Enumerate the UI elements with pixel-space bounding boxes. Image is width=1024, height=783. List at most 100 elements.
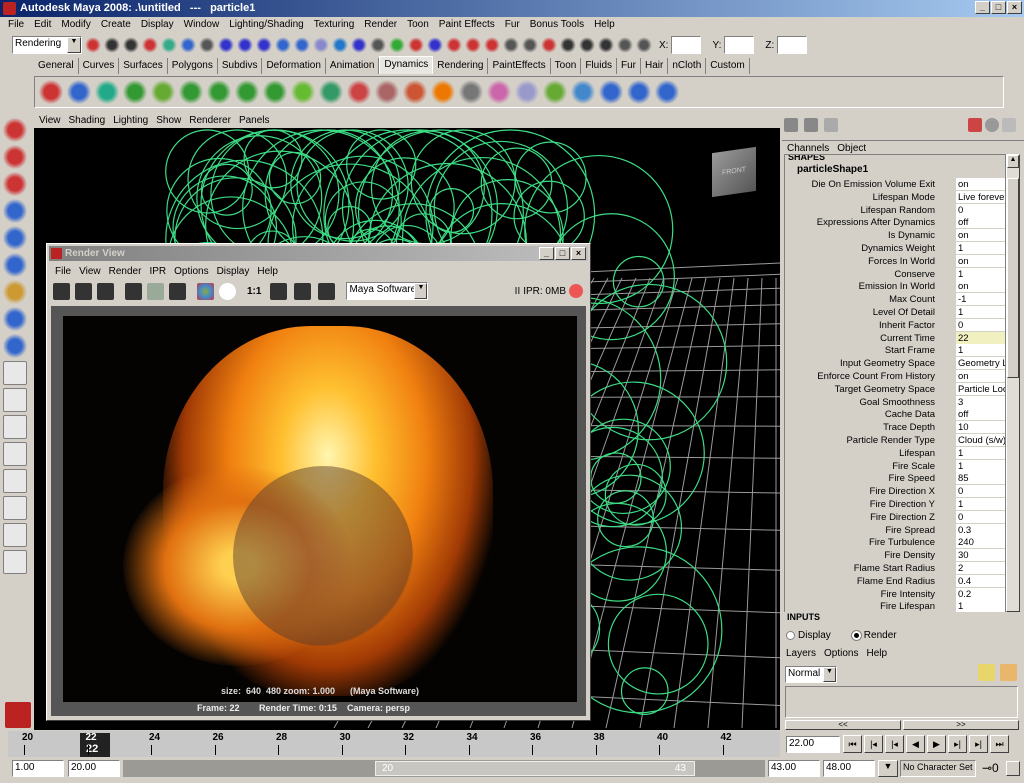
channel-row[interactable]: Inherit Factor 0: [785, 318, 1005, 332]
character-set-dropdown-arrow[interactable]: ▼: [878, 760, 898, 777]
render-region-icon[interactable]: [169, 282, 186, 300]
channel-row[interactable]: Fire Spread 0.3: [785, 523, 1005, 537]
viewcube[interactable]: FRONT: [712, 146, 756, 198]
collapse-right-button[interactable]: >>: [903, 720, 1019, 730]
shelf-tool-icon[interactable]: [151, 80, 175, 104]
channel-value[interactable]: 85: [956, 472, 1005, 485]
layer-type-dropdown[interactable]: Normal ▼: [785, 666, 837, 683]
render-menu-render[interactable]: Render: [109, 266, 142, 277]
channel-row[interactable]: Lifespan Mode Live forever: [785, 190, 1005, 204]
tool-icon[interactable]: [3, 496, 27, 520]
channel-value[interactable]: Particle Loc: [956, 382, 1005, 395]
channel-row[interactable]: Fire Direction Y 1: [785, 498, 1005, 511]
menu-edit[interactable]: Edit: [34, 19, 51, 32]
menu-render[interactable]: Render: [364, 19, 397, 32]
layer-menu-help[interactable]: Help: [866, 648, 887, 659]
render-menu-view[interactable]: View: [79, 266, 101, 277]
shelf-tool-icon[interactable]: [123, 80, 147, 104]
go-to-start-button[interactable]: ⏮: [843, 735, 862, 753]
channel-value[interactable]: off: [956, 216, 1005, 229]
channel-row[interactable]: Fire Intensity 0.2: [785, 587, 1005, 601]
tool-icon[interactable]: [3, 226, 27, 250]
shelf-tool-icon[interactable]: [67, 80, 91, 104]
menu-fur[interactable]: Fur: [505, 19, 520, 32]
tool-icon[interactable]: [3, 253, 27, 277]
channel-row[interactable]: Flame End Radius 0.4: [785, 574, 1005, 588]
collapse-left-button[interactable]: <<: [785, 720, 901, 730]
pause-ipr-icon[interactable]: II: [515, 286, 521, 297]
channel-value[interactable]: on: [956, 280, 1005, 293]
shelf-tool-icon[interactable]: [39, 80, 63, 104]
channel-value[interactable]: Live forever: [956, 190, 1005, 203]
status-tool-icon[interactable]: [161, 37, 177, 53]
channel-row[interactable]: Lifespan Random 0: [785, 203, 1005, 217]
tab-polygons[interactable]: Polygons: [168, 58, 218, 74]
channel-row[interactable]: Fire Density 30: [785, 549, 1005, 562]
shelf-tool-icon[interactable]: [655, 80, 679, 104]
status-tool-icon[interactable]: [446, 37, 462, 53]
rv-close-button[interactable]: ×: [571, 247, 586, 260]
channel-row[interactable]: Expressions After Dynamics off: [785, 216, 1005, 229]
render-menu-display[interactable]: Display: [217, 266, 250, 277]
viewport-menu-lighting[interactable]: Lighting: [113, 115, 148, 126]
ratio-button[interactable]: 1:1: [247, 286, 261, 297]
step-back-frame-button[interactable]: |◂: [885, 735, 904, 753]
step-forward-key-button[interactable]: ▸|: [969, 735, 988, 753]
channel-row[interactable]: Fire Lifespan 1: [785, 600, 1005, 612]
tab-curves[interactable]: Curves: [79, 58, 120, 74]
channel-value[interactable]: 22: [956, 331, 1005, 344]
shelf-tool-icon[interactable]: [515, 80, 539, 104]
channel-value[interactable]: 0: [956, 510, 1005, 523]
tool-icon[interactable]: [3, 361, 27, 385]
shelf-tool-icon[interactable]: [403, 80, 427, 104]
tab-deformation[interactable]: Deformation: [262, 58, 326, 74]
status-tool-icon[interactable]: [237, 37, 253, 53]
channel-row[interactable]: Current Time 22: [785, 331, 1005, 345]
attribute-editor-icon[interactable]: [804, 118, 818, 132]
render-menu-options[interactable]: Options: [174, 266, 208, 277]
channel-row[interactable]: Lifespan 1: [785, 446, 1005, 460]
channel-value[interactable]: 1: [956, 600, 1005, 612]
tab-toon[interactable]: Toon: [551, 58, 582, 74]
channel-value[interactable]: 0.4: [956, 574, 1005, 587]
tab-custom[interactable]: Custom: [706, 58, 750, 74]
z-field[interactable]: [777, 36, 808, 54]
channel-row[interactable]: Input Geometry Space Geometry Lo: [785, 357, 1005, 370]
channel-value[interactable]: 1: [956, 306, 1005, 318]
tool-icon[interactable]: [3, 523, 27, 547]
channel-row[interactable]: Fire Scale 1: [785, 459, 1005, 473]
render-frame-icon[interactable]: [53, 282, 70, 300]
shelf-tool-icon[interactable]: [207, 80, 231, 104]
status-tool-icon[interactable]: [332, 37, 348, 53]
x-field[interactable]: [671, 36, 702, 54]
menu-texturing[interactable]: Texturing: [314, 19, 355, 32]
channel-row[interactable]: Particle Render Type Cloud (s/w): [785, 434, 1005, 447]
render-menu-help[interactable]: Help: [257, 266, 278, 277]
channel-value[interactable]: -1: [956, 293, 1005, 306]
channel-row[interactable]: Target Geometry Space Particle Loc: [785, 382, 1005, 396]
tool-icon[interactable]: [3, 334, 27, 358]
refresh-ipr-icon[interactable]: [147, 282, 164, 300]
render-radio[interactable]: [850, 630, 862, 641]
tab-animation[interactable]: Animation: [326, 58, 380, 74]
current-time-field[interactable]: 22.00: [786, 736, 840, 753]
tab-hair[interactable]: Hair: [641, 58, 669, 74]
playback-end-field[interactable]: 43.00: [768, 760, 820, 777]
viewport-menu-show[interactable]: Show: [156, 115, 181, 126]
keep-image-icon[interactable]: [270, 282, 288, 300]
viewport-menu-shading[interactable]: Shading: [69, 115, 106, 126]
tool-icon[interactable]: [3, 415, 27, 439]
render-menu-ipr[interactable]: IPR: [149, 266, 166, 277]
channel-value[interactable]: 0: [956, 485, 1005, 498]
redo-render-icon[interactable]: [75, 282, 92, 300]
menu-display[interactable]: Display: [141, 19, 174, 32]
channel-value[interactable]: off: [956, 408, 1005, 421]
step-forward-frame-button[interactable]: ▸|: [948, 735, 967, 753]
layer-menu-options[interactable]: Options: [824, 648, 858, 659]
new-layer-icon[interactable]: [978, 664, 995, 681]
rendered-fire-image[interactable]: size: 640 480 zoom: 1.000 (Maya Software…: [63, 316, 577, 702]
status-tool-icon[interactable]: [465, 37, 481, 53]
channel-row[interactable]: Flame Start Radius 2: [785, 562, 1005, 575]
channel-row[interactable]: Forces In World on: [785, 254, 1005, 268]
channel-value[interactable]: 0.2: [956, 587, 1005, 600]
